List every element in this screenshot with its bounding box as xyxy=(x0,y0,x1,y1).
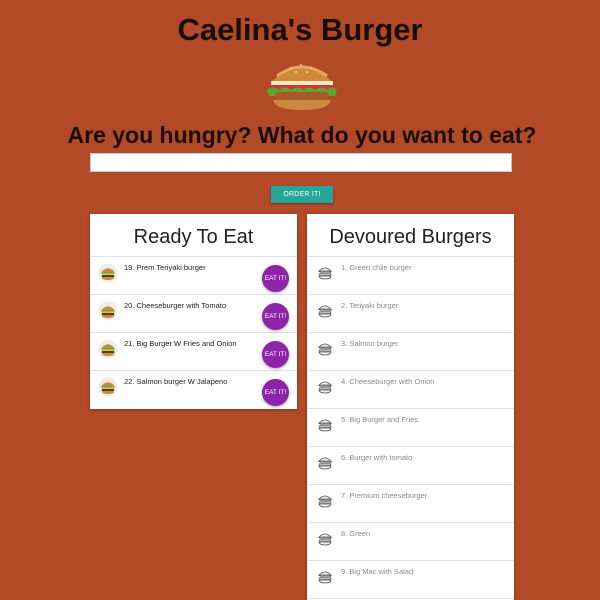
devoured-item-label: 6. Burger with tomato xyxy=(341,453,413,462)
burger-hero-image xyxy=(267,64,337,110)
devoured-item: 1. Green chile burger xyxy=(307,257,514,295)
devoured-item: 8. Green xyxy=(307,523,514,561)
devoured-item-label: 5. Big Burger and Fries xyxy=(341,415,419,424)
devoured-item-label: 4. Cheeseburger with Onion xyxy=(341,377,435,386)
burger-sketch-icon xyxy=(315,301,335,321)
burger-sketch-icon xyxy=(315,491,335,511)
devoured-item: 3. Salmon burger xyxy=(307,333,514,371)
ready-item: 19. Prem Teriyaki burger EAT IT! xyxy=(90,257,297,295)
devoured-item: 2. Teriyaki burger xyxy=(307,295,514,333)
eat-it-button[interactable]: EAT IT! xyxy=(262,341,289,368)
ready-item-label: 19. Prem Teriyaki burger xyxy=(124,263,206,272)
eat-it-button[interactable]: EAT IT! xyxy=(262,303,289,330)
devoured-item: 4. Cheeseburger with Onion xyxy=(307,371,514,409)
burger-avatar-icon xyxy=(98,377,118,397)
devoured-item: 6. Burger with tomato xyxy=(307,447,514,485)
devoured-item-label: 1. Green chile burger xyxy=(341,263,412,272)
page: Caelina's Burger Are you hungry? What do… xyxy=(0,0,600,600)
devoured-item: 7. Premium cheeseburger xyxy=(307,485,514,523)
burger-sketch-icon xyxy=(315,415,335,435)
burger-sketch-icon xyxy=(315,529,335,549)
eat-it-button[interactable]: EAT IT! xyxy=(262,379,289,406)
burger-sketch-icon xyxy=(315,339,335,359)
devoured-item-label: 9. Big Mac with Salad xyxy=(341,567,414,576)
burger-sketch-icon xyxy=(315,567,335,587)
ready-item: 21. Big Burger W Fries and Onion EAT IT! xyxy=(90,333,297,371)
burger-sketch-icon xyxy=(315,377,335,397)
burger-name-input[interactable] xyxy=(90,153,512,172)
burger-avatar-icon xyxy=(98,301,118,321)
devoured-item: 5. Big Burger and Fries xyxy=(307,409,514,447)
ready-item-label: 20. Cheeseburger with Tomato xyxy=(124,301,227,310)
ready-item-label: 22. Salmon burger W Jalapeno xyxy=(124,377,228,386)
devoured-item-label: 3. Salmon burger xyxy=(341,339,399,348)
eat-it-button[interactable]: EAT IT! xyxy=(262,265,289,292)
ready-item-label: 21. Big Burger W Fries and Onion xyxy=(124,339,237,348)
devoured-item-label: 7. Premium cheeseburger xyxy=(341,491,428,500)
burger-avatar-icon xyxy=(98,263,118,283)
order-button[interactable]: ORDER IT! xyxy=(271,186,333,203)
ready-to-eat-title: Ready To Eat xyxy=(90,214,297,257)
ready-item: 22. Salmon burger W Jalapeno EAT IT! xyxy=(90,371,297,408)
burger-sketch-icon xyxy=(315,453,335,473)
page-title: Caelina's Burger xyxy=(177,12,423,47)
devoured-burgers-title: Devoured Burgers xyxy=(307,214,514,257)
devoured-item: 9. Big Mac with Salad xyxy=(307,561,514,599)
burger-avatar-icon xyxy=(98,339,118,359)
ready-item: 20. Cheeseburger with Tomato EAT IT! xyxy=(90,295,297,333)
devoured-item-label: 8. Green xyxy=(341,529,371,538)
tagline: Are you hungry? What do you want to eat? xyxy=(67,122,537,148)
devoured-burgers-panel: Devoured Burgers 1. Green chile burger 2… xyxy=(307,214,514,600)
ready-to-eat-panel: Ready To Eat 19. Prem Teriyaki burger EA… xyxy=(90,214,297,409)
devoured-item-label: 2. Teriyaki burger xyxy=(341,301,399,310)
burger-sketch-icon xyxy=(315,263,335,283)
